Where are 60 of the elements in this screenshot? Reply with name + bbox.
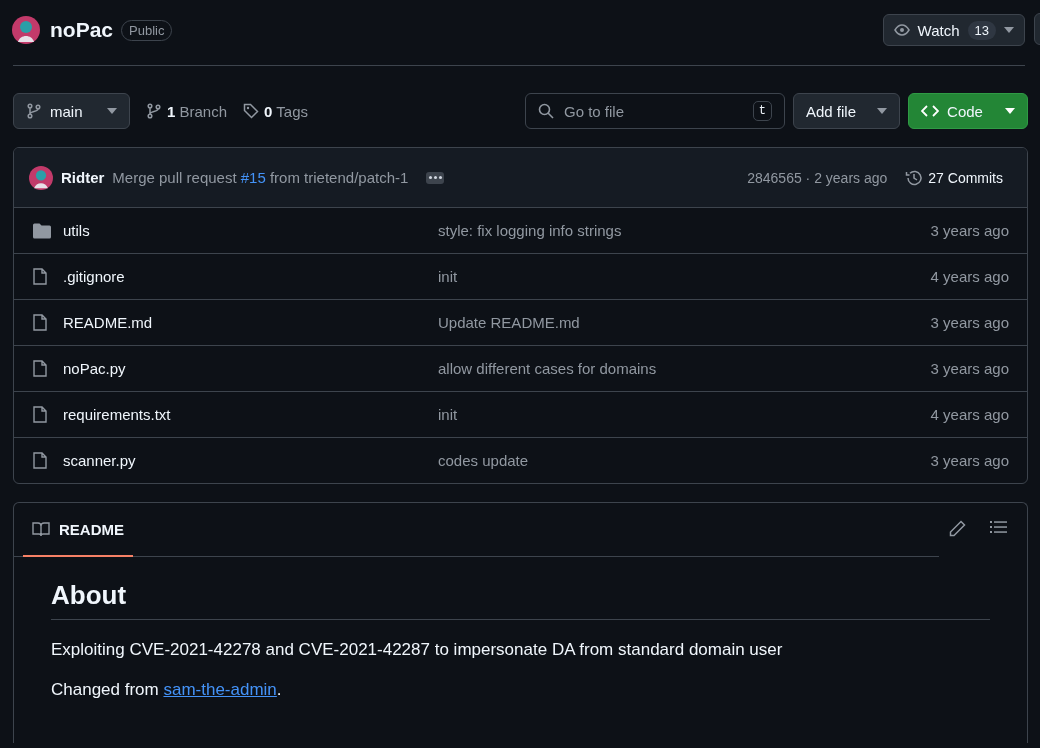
file-icon (33, 360, 47, 377)
readme-tab[interactable]: README (23, 503, 133, 557)
commit-message[interactable]: init (438, 268, 931, 285)
caret-icon (1004, 108, 1015, 114)
commit-message[interactable]: init (438, 406, 931, 423)
commit-time: 4 years ago (930, 406, 1009, 423)
commit-message[interactable]: style: fix logging info strings (438, 222, 931, 239)
file-name[interactable]: noPac.py (63, 360, 438, 377)
caret-icon (877, 108, 887, 114)
repo-link[interactable]: sam-the-admin (163, 680, 277, 699)
commit-hash-time: 2846565 · 2 years ago (747, 169, 888, 186)
commit-time: 3 years ago (930, 314, 1009, 331)
tag-icon (243, 103, 260, 119)
commit-time: 3 years ago (930, 452, 1009, 469)
eye-icon (893, 22, 910, 38)
pull-request-link[interactable]: #15 (240, 169, 266, 186)
commit-time: 3 years ago (930, 222, 1009, 239)
file-icon (33, 452, 47, 469)
pencil-icon[interactable] (949, 520, 966, 537)
branches-link[interactable]: 1 Branch (146, 102, 228, 120)
readme-paragraph: Exploiting CVE-2021-42278 and CVE-2021-42287 to impersonate DA from standard domain user (51, 640, 784, 660)
branch-icon (146, 103, 162, 119)
commit-message[interactable]: Update README.md (438, 314, 931, 331)
history-icon (905, 168, 924, 187)
shortcut-key: t (752, 101, 772, 121)
watch-button[interactable]: Watch 13 (882, 14, 1025, 46)
list-icon[interactable] (990, 520, 1007, 534)
avatar-icon (12, 16, 40, 44)
code-icon (921, 104, 940, 118)
file-name[interactable]: scanner.py (63, 452, 438, 469)
file-icon (33, 314, 47, 331)
caret-icon (107, 108, 117, 114)
commits-link[interactable]: 27 Commits (905, 168, 1003, 187)
file-icon (33, 268, 47, 285)
branch-icon (26, 103, 42, 119)
commit-time: 3 years ago (930, 360, 1009, 377)
commit-message[interactable]: codes update (438, 452, 931, 469)
file-icon (33, 406, 47, 423)
search-field[interactable]: Go to file t (525, 93, 785, 129)
code-button[interactable]: Code (908, 93, 1028, 129)
file-name[interactable]: requirements.txt (63, 406, 438, 423)
commit-message: Merge pull request #15 from trietend/patch-1 (112, 169, 409, 186)
readme-heading: About (51, 580, 990, 620)
book-icon (32, 521, 50, 537)
avatar-icon (29, 165, 53, 190)
commit-message[interactable]: allow different cases for domains (438, 360, 931, 377)
file-name[interactable]: .gitignore (63, 268, 438, 285)
commit-author[interactable]: Ridter (61, 169, 105, 186)
commit-time: 4 years ago (930, 268, 1009, 285)
caret-icon (1004, 27, 1014, 33)
more-icon[interactable] (426, 171, 445, 184)
repo-title[interactable]: noPac (50, 18, 114, 42)
add-file-button[interactable]: Add file (793, 93, 900, 129)
tags-link[interactable]: 0 Tags (243, 102, 308, 120)
readme-paragraph: Changed from sam-the-admin. (51, 680, 283, 700)
search-icon (538, 103, 554, 119)
file-name[interactable]: utils (63, 222, 438, 239)
branch-button[interactable]: main (13, 93, 130, 129)
file-name[interactable]: README.md (63, 314, 438, 331)
folder-icon (33, 222, 51, 239)
